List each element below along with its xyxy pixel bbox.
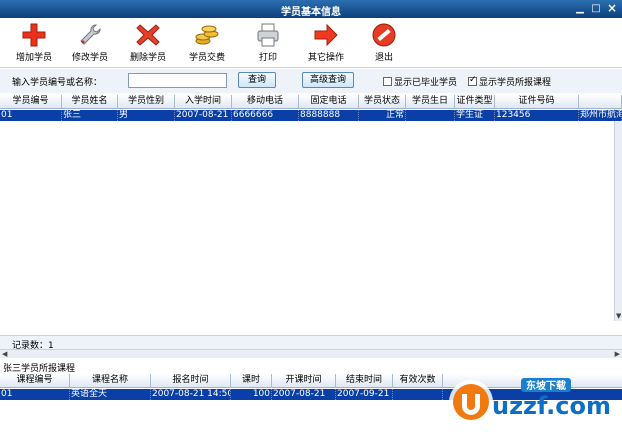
students-table-cell: 学生证	[455, 110, 495, 121]
add-student-button[interactable]: 增加学员	[7, 22, 61, 66]
show-courses-label: 显示学员所报课程	[479, 78, 552, 88]
show-courses-box[interactable]	[468, 75, 477, 86]
other-operations-label: 其它操作	[307, 53, 344, 63]
coins-icon	[194, 22, 220, 48]
minimize-button[interactable]: ▁	[573, 2, 587, 15]
other-operations-button[interactable]: 其它操作	[299, 22, 353, 66]
delete-student-button[interactable]: 删除学员	[121, 22, 175, 66]
courses-column-header[interactable]: 报名时间	[151, 374, 231, 388]
delete-x-icon	[135, 22, 161, 48]
show-courses-checkbox[interactable]: 显示学员所报课程	[468, 75, 551, 88]
query-button[interactable]: 查询	[238, 72, 276, 88]
courses-title: 张三学员所报课程	[3, 364, 76, 374]
courses-column-header[interactable]: 课时	[231, 374, 272, 388]
student-grid-header: 学员编号 学员姓名 学员性别 入学时间 移动电话 固定电话 学员状态 学员生日 证件类型 证件号码	[0, 95, 622, 109]
student-payment-button[interactable]: 学员交费	[180, 22, 234, 66]
show-graduated-label: 显示已毕业学员	[394, 78, 458, 88]
courses-table-cell: 2007-08-21 14:50	[152, 389, 231, 400]
search-label: 输入学员编号或名称：	[12, 78, 103, 88]
advanced-query-button[interactable]: 高级查询	[302, 72, 354, 88]
print-label: 打印	[258, 53, 277, 63]
print-button[interactable]: 打印	[241, 22, 295, 66]
delete-student-label: 删除学员	[129, 53, 166, 63]
status-bar: 记录数：1	[0, 335, 622, 351]
search-bar: 输入学员编号或名称： 查询 高级查询 显示已毕业学员 显示学员所报课程	[0, 69, 622, 93]
students-column-header[interactable]: 证件号码	[495, 95, 579, 109]
courses-table-cell	[393, 389, 443, 400]
scroll-left-arrow-icon[interactable]: ◀	[2, 350, 7, 358]
edit-student-label: 修改学员	[71, 53, 108, 63]
courses-column-header[interactable]: 开课时间	[272, 374, 336, 388]
students-column-header[interactable]: 证件类型	[455, 95, 495, 109]
students-table-cell: 男	[118, 110, 175, 121]
students-column-header[interactable]	[579, 95, 622, 109]
student-payment-label: 学员交费	[188, 53, 225, 63]
courses-column-header[interactable]: 有效次数	[393, 374, 443, 388]
students-column-header[interactable]: 入学时间	[175, 95, 232, 109]
students-table-row[interactable]: 01 张三男 2007-08-21 6666666 8888888 正常 学生证 123456…	[0, 110, 622, 121]
restore-button[interactable]: □	[589, 2, 603, 15]
show-graduated-box[interactable]	[383, 77, 392, 86]
students-column-header[interactable]: 学员编号	[0, 95, 62, 109]
students-column-header[interactable]: 学员状态	[359, 95, 406, 109]
window-title: 学员基本信息	[281, 7, 341, 18]
students-table-cell: 郑州市航海	[580, 110, 622, 121]
students-column-header[interactable]: 学员生日	[406, 95, 455, 109]
students-column-header[interactable]: 学员姓名	[62, 95, 118, 109]
courses-column-header[interactable]: 课程编号	[0, 374, 70, 388]
close-window-button[interactable]: ×	[605, 2, 619, 15]
student-horizontal-scrollbar[interactable]: ◀ ▶	[0, 349, 622, 358]
courses-table-cell: 2007-09-21	[336, 389, 393, 400]
uzzf-watermark-logo: 东坡下载 uzzf.com	[445, 372, 622, 434]
edit-student-button[interactable]: 修改学员	[63, 22, 117, 66]
courses-column-header[interactable]: 结束时间	[336, 374, 393, 388]
title-bar: 学员基本信息 ▁ □ ×	[0, 0, 622, 18]
add-student-label: 增加学员	[15, 53, 52, 63]
plus-icon	[21, 22, 47, 48]
scroll-down-arrow-icon[interactable]: ▼	[616, 312, 621, 320]
svg-text:uzzf.com: uzzf.com	[492, 392, 611, 420]
scroll-right-arrow-icon[interactable]: ▶	[615, 350, 620, 358]
toolbar: 增加学员 修改学员 删除学员 学员交费 打印 其它操作 退出	[0, 18, 622, 68]
exit-label: 退出	[374, 53, 393, 63]
students-table-cell	[406, 110, 455, 121]
students-table-cell: 01	[0, 110, 62, 121]
courses-table-cell: 2007-08-21	[272, 389, 336, 400]
courses-table-cell: 01	[0, 389, 70, 400]
students-column-header[interactable]: 学员性别	[118, 95, 175, 109]
printer-icon	[255, 22, 281, 48]
student-vertical-scrollbar[interactable]: ▲ ▼	[614, 109, 622, 321]
student-grid[interactable]: 学员编号 学员姓名 学员性别 入学时间 移动电话 固定电话 学员状态 学员生日 证件类型 证件号码…	[0, 95, 622, 335]
svg-text:东坡下载: 东坡下载	[526, 379, 566, 392]
students-table-cell: 6666666	[232, 110, 299, 121]
students-column-header[interactable]: 固定电话	[299, 95, 359, 109]
no-entry-icon	[371, 22, 397, 48]
courses-column-header[interactable]: 课程名称	[70, 374, 151, 388]
students-table-cell: 正常	[359, 110, 406, 121]
courses-table-cell: 英语全天	[70, 389, 151, 400]
wrench-icon	[77, 22, 103, 48]
students-column-header[interactable]: 移动电话	[232, 95, 299, 109]
exit-button[interactable]: 退出	[357, 22, 411, 66]
students-table-cell: 123456	[495, 110, 579, 121]
students-table-cell: 张三	[62, 110, 118, 121]
courses-table-cell: 100	[231, 389, 272, 400]
show-graduated-checkbox[interactable]: 显示已毕业学员	[383, 75, 457, 88]
students-table-cell: 8888888	[299, 110, 359, 121]
arrow-right-icon	[313, 22, 339, 48]
students-table-cell: 2007-08-21	[175, 110, 232, 121]
search-input[interactable]	[128, 73, 227, 88]
